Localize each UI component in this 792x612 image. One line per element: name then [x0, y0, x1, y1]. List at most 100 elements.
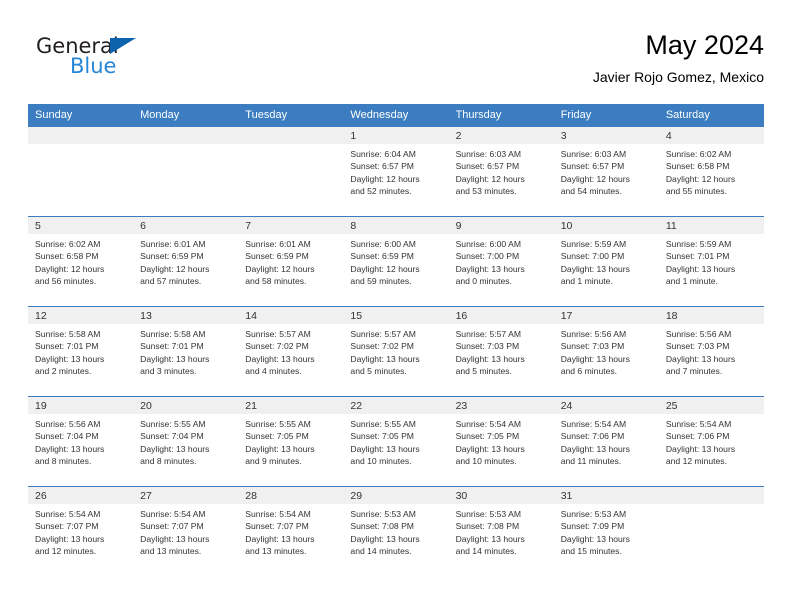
day-cell-details: Sunrise: 5:54 AM Sunset: 7:05 PM Daylight:… [449, 414, 554, 467]
calendar-day-cell[interactable]: 21 Sunrise: 5:55 AM Sunset: 7:05 PM Dayligh… [238, 396, 344, 487]
general-blue-logo[interactable]: General Blue [36, 34, 236, 86]
calendar-day-cell[interactable]: 11 Sunrise: 5:59 AM Sunset: 7:01 PM Dayligh… [658, 216, 764, 307]
day-number: 10 [560, 220, 573, 232]
daylight-text-line1: Daylight: 12 hours [350, 263, 420, 274]
sunset-text: Sunset: 7:04 PM [140, 431, 204, 442]
calendar-day-cell[interactable]: 22 Sunrise: 5:55 AM Sunset: 7:05 PM Dayligh… [343, 396, 449, 487]
sunset-text: Sunset: 7:03 PM [455, 341, 520, 352]
calendar-day-cell[interactable]: 5 Sunrise: 6:02 AM Sunset: 6:58 PM Daylight… [28, 216, 134, 307]
day-cell-inner: 3 Sunrise: 6:03 AM Sunset: 6:57 PM Daylight… [553, 127, 659, 216]
page-subtitle: Javier Rojo Gomez, Mexico [592, 69, 764, 85]
daylight-text-line2: and 14 minutes. [455, 545, 517, 556]
daylight-text-line1: Daylight: 12 hours [140, 263, 210, 274]
calendar-day-cell[interactable]: 30 Sunrise: 5:53 AM Sunset: 7:08 PM Dayligh… [448, 486, 554, 576]
calendar-day-cell[interactable]: 13 Sunrise: 5:58 AM Sunset: 7:01 PM Dayligh… [133, 306, 239, 397]
day-cell-details: Sunrise: 5:56 AM Sunset: 7:03 PM Daylight:… [659, 324, 764, 377]
sunset-text: Sunset: 7:07 PM [140, 521, 204, 532]
day-number: 26 [35, 490, 47, 502]
daylight-text-line1: Daylight: 13 hours [35, 353, 105, 364]
day-cell-details [133, 144, 238, 148]
day-number: 16 [455, 310, 468, 322]
daylight-text-line2: and 4 minutes. [245, 365, 302, 376]
calendar-day-cell[interactable]: 14 Sunrise: 5:57 AM Sunset: 7:02 PM Dayligh… [238, 306, 344, 397]
daylight-text-line2: and 8 minutes. [140, 455, 197, 466]
day-number-band: 21 [238, 397, 344, 414]
calendar-day-cell[interactable]: 27 Sunrise: 5:54 AM Sunset: 7:07 PM Dayligh… [133, 486, 239, 576]
calendar-day-cell[interactable]: 26 Sunrise: 5:54 AM Sunset: 7:07 PM Dayligh… [28, 486, 134, 576]
calendar-day-cell[interactable]: 18 Sunrise: 5:56 AM Sunset: 7:03 PM Dayligh… [658, 306, 764, 397]
day-cell-inner [238, 127, 344, 216]
day-number: 8 [350, 220, 357, 232]
daylight-text-line2: and 10 minutes. [455, 455, 517, 466]
sunset-text: Sunset: 7:04 PM [35, 431, 99, 442]
sunrise-text: Sunrise: 6:00 AM [350, 239, 416, 249]
calendar-day-cell[interactable]: 7 Sunrise: 6:01 AM Sunset: 6:59 PM Daylight… [238, 216, 344, 307]
calendar-day-cell[interactable]: 12 Sunrise: 5:58 AM Sunset: 7:01 PM Dayligh… [28, 306, 134, 397]
day-number-band: 24 [553, 397, 659, 414]
day-cell-details: Sunrise: 5:54 AM Sunset: 7:07 PM Daylight:… [133, 504, 238, 557]
day-cell-inner [133, 127, 239, 216]
sunset-text: Sunset: 6:59 PM [140, 251, 204, 262]
daylight-text-line1: Daylight: 12 hours [350, 173, 420, 184]
day-number-band: 2 [448, 127, 554, 144]
day-number-band: 30 [448, 487, 554, 504]
calendar-day-cell[interactable]: 24 Sunrise: 5:54 AM Sunset: 7:06 PM Dayligh… [553, 396, 659, 487]
calendar-day-cell[interactable]: 4 Sunrise: 6:02 AM Sunset: 6:58 PM Daylight… [658, 126, 764, 217]
day-number: 2 [455, 130, 462, 142]
day-cell-details: Sunrise: 6:00 AM Sunset: 7:00 PM Daylight:… [449, 234, 554, 287]
daylight-text-line1: Daylight: 13 hours [35, 533, 105, 544]
daylight-text-line1: Daylight: 13 hours [665, 443, 736, 454]
day-cell-inner: 25 Sunrise: 5:54 AM Sunset: 7:06 PM Dayligh… [658, 397, 764, 486]
day-cell-inner: 4 Sunrise: 6:02 AM Sunset: 6:58 PM Daylight… [658, 127, 764, 216]
calendar-day-cell[interactable]: 31 Sunrise: 5:53 AM Sunset: 7:09 PM Dayligh… [553, 486, 659, 576]
title-block: May 2024 Javier Rojo Gomez, Mexico [593, 28, 764, 87]
day-number: 4 [665, 130, 672, 142]
day-number: 5 [35, 220, 41, 232]
sunrise-text: Sunrise: 6:01 AM [245, 239, 311, 249]
day-number-band: 10 [553, 217, 659, 234]
sunset-text: Sunset: 6:58 PM [665, 161, 730, 172]
sunrise-text: Sunrise: 5:54 AM [245, 509, 311, 519]
day-cell-details: Sunrise: 5:55 AM Sunset: 7:04 PM Daylight:… [133, 414, 238, 467]
calendar-day-cell[interactable]: 19 Sunrise: 5:56 AM Sunset: 7:04 PM Dayligh… [28, 396, 134, 487]
calendar-day-cell[interactable]: 3 Sunrise: 6:03 AM Sunset: 6:57 PM Daylight… [553, 126, 659, 217]
calendar-day-cell[interactable]: 15 Sunrise: 5:57 AM Sunset: 7:02 PM Dayligh… [343, 306, 449, 397]
daylight-text-line1: Daylight: 13 hours [350, 443, 420, 454]
day-cell-details: Sunrise: 5:57 AM Sunset: 7:02 PM Daylight:… [238, 324, 343, 377]
sunrise-text: Sunrise: 5:55 AM [350, 419, 416, 429]
day-cell-details: Sunrise: 5:56 AM Sunset: 7:04 PM Daylight:… [28, 414, 133, 467]
calendar-day-cell[interactable]: 16 Sunrise: 5:57 AM Sunset: 7:03 PM Dayligh… [448, 306, 554, 397]
calendar-page: General Blue May 2024 Javier Rojo Gomez,… [0, 0, 792, 612]
calendar-day-cell[interactable]: 23 Sunrise: 5:54 AM Sunset: 7:05 PM Dayligh… [448, 396, 554, 487]
calendar-day-cell[interactable]: 8 Sunrise: 6:00 AM Sunset: 6:59 PM Daylight… [343, 216, 449, 307]
calendar-day-cell[interactable]: 17 Sunrise: 5:56 AM Sunset: 7:03 PM Dayligh… [553, 306, 659, 397]
sunrise-text: Sunrise: 5:54 AM [35, 509, 101, 519]
calendar-day-cell[interactable]: 10 Sunrise: 5:59 AM Sunset: 7:00 PM Dayligh… [553, 216, 659, 307]
daylight-text-line2: and 9 minutes. [245, 455, 302, 466]
sunset-text: Sunset: 7:07 PM [35, 521, 99, 532]
sunrise-text: Sunrise: 6:04 AM [350, 149, 416, 159]
day-cell-details: Sunrise: 6:03 AM Sunset: 6:57 PM Daylight:… [449, 144, 554, 197]
day-cell-details [238, 144, 343, 148]
calendar-day-cell[interactable]: 1 Sunrise: 6:04 AM Sunset: 6:57 PM Daylight… [343, 126, 449, 217]
day-cell-details: Sunrise: 6:00 AM Sunset: 6:59 PM Daylight:… [343, 234, 448, 287]
calendar-day-cell[interactable]: 25 Sunrise: 5:54 AM Sunset: 7:06 PM Dayligh… [658, 396, 764, 487]
weekday-header-tuesday: Tuesday [238, 104, 344, 127]
calendar-day-cell-empty [658, 486, 764, 576]
day-cell-inner: 7 Sunrise: 6:01 AM Sunset: 6:59 PM Daylight… [238, 217, 344, 306]
day-cell-details: Sunrise: 5:57 AM Sunset: 7:03 PM Daylight:… [449, 324, 554, 377]
calendar-day-cell[interactable]: 6 Sunrise: 6:01 AM Sunset: 6:59 PM Daylight… [133, 216, 239, 307]
day-cell-inner: 2 Sunrise: 6:03 AM Sunset: 6:57 PM Daylight… [448, 127, 554, 216]
page-title: May 2024 [645, 30, 764, 60]
daylight-text-line1: Daylight: 13 hours [560, 263, 630, 274]
calendar-day-cell[interactable]: 20 Sunrise: 5:55 AM Sunset: 7:04 PM Dayligh… [133, 396, 239, 487]
sunset-text: Sunset: 7:05 PM [350, 431, 414, 442]
calendar-day-cell[interactable]: 2 Sunrise: 6:03 AM Sunset: 6:57 PM Daylight… [448, 126, 554, 217]
sunset-text: Sunset: 7:03 PM [560, 341, 625, 352]
day-cell-details: Sunrise: 5:58 AM Sunset: 7:01 PM Daylight:… [133, 324, 238, 377]
calendar-day-cell[interactable]: 9 Sunrise: 6:00 AM Sunset: 7:00 PM Daylight… [448, 216, 554, 307]
calendar-day-cell[interactable]: 28 Sunrise: 5:54 AM Sunset: 7:07 PM Dayligh… [238, 486, 344, 576]
sunrise-text: Sunrise: 5:56 AM [560, 329, 627, 339]
calendar-day-cell[interactable]: 29 Sunrise: 5:53 AM Sunset: 7:08 PM Dayligh… [343, 486, 449, 576]
daylight-text-line2: and 10 minutes. [350, 455, 412, 466]
